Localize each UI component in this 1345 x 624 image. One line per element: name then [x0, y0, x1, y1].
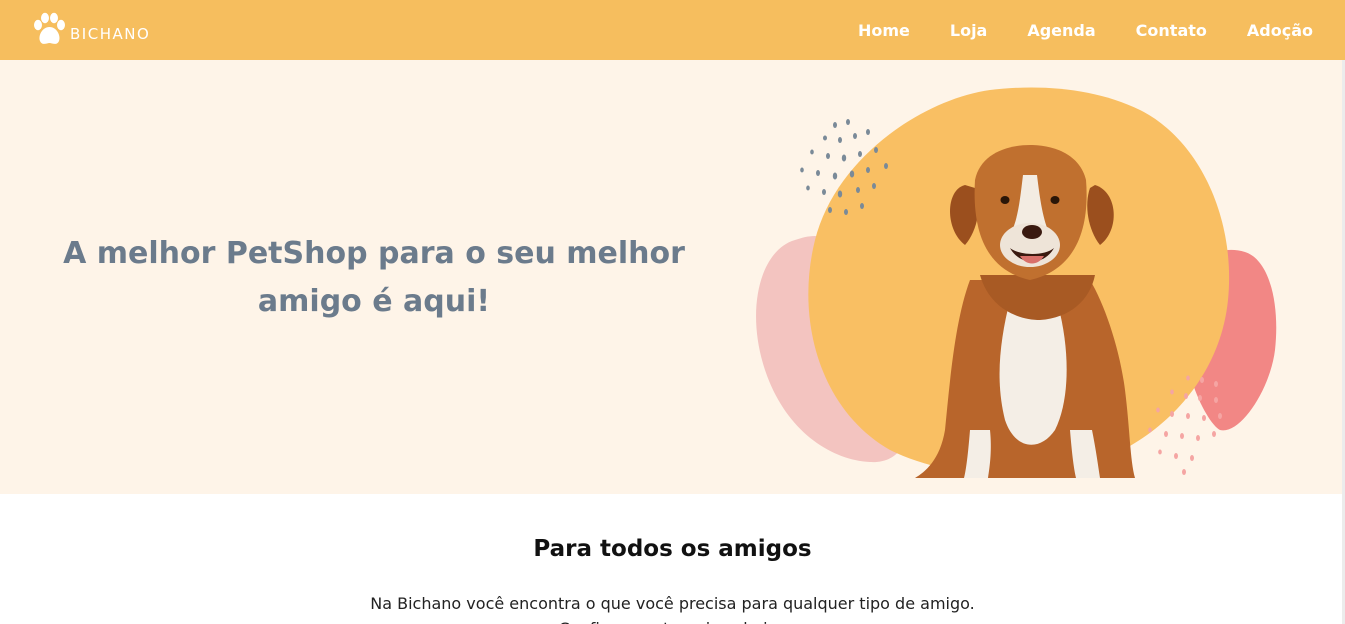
nav-adocao[interactable]: Adoção	[1247, 21, 1313, 40]
nav-loja[interactable]: Loja	[950, 21, 987, 40]
section-text: Na Bichano você encontra o que você prec…	[0, 591, 1345, 624]
hero-illustration	[756, 87, 1277, 478]
section-text-line2: Confira as categorias abaixo	[0, 616, 1345, 624]
nav-agenda[interactable]: Agenda	[1027, 21, 1095, 40]
brand-logo[interactable]: BICHANO	[30, 12, 150, 48]
brand-name: BICHANO	[70, 25, 151, 43]
section-title: Para todos os amigos	[533, 536, 812, 562]
navbar: BICHANO Home Loja Agenda Contato Adoção	[0, 0, 1345, 60]
nav-contato[interactable]: Contato	[1136, 21, 1207, 40]
hero-title: A melhor PetShop para o seu melhor amigo…	[63, 236, 685, 319]
nav-home[interactable]: Home	[858, 21, 910, 40]
main-nav: Home Loja Agenda Contato Adoção	[818, 0, 1313, 60]
paw-icon	[34, 12, 65, 44]
section-text-line1: Na Bichano você encontra o que você prec…	[370, 594, 975, 613]
